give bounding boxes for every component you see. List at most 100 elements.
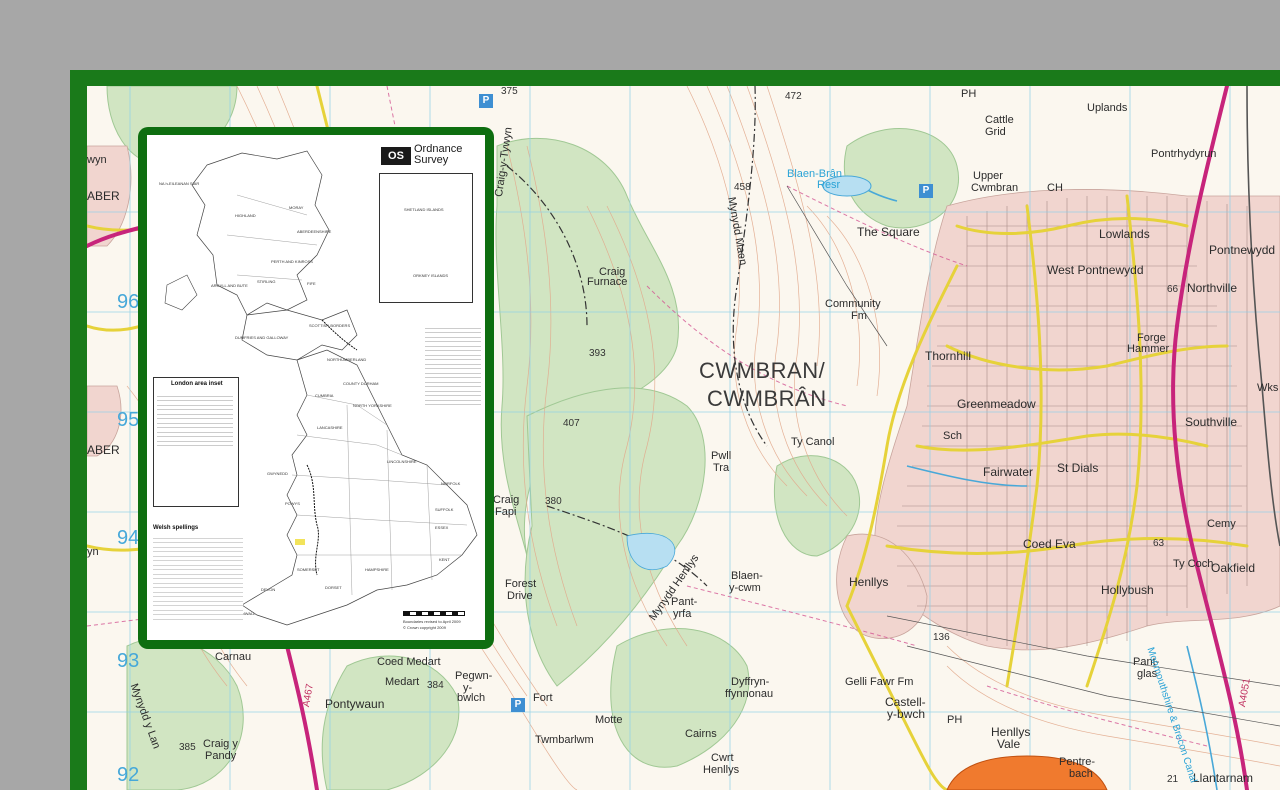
region-label: GWYNEDD xyxy=(267,471,288,476)
place-label: Furnace xyxy=(587,276,628,288)
region-label: LANCASHIRE xyxy=(317,425,343,430)
london-heading: London area inset xyxy=(171,381,223,387)
place-label: PH xyxy=(961,88,977,100)
region-label: ESSEX xyxy=(435,525,449,530)
spot-height: 21 xyxy=(1167,774,1179,785)
place-label: Henllys xyxy=(849,575,889,589)
boundaries-note: Boundaries revised to April 2009 xyxy=(403,619,461,624)
place-label: ABER xyxy=(87,189,120,203)
spot-height: 407 xyxy=(563,418,580,429)
place-label: yn xyxy=(87,546,99,558)
grid-number-92: 92 xyxy=(117,764,140,786)
place-label: Motte xyxy=(595,714,623,726)
grid-number-93: 93 xyxy=(117,650,140,672)
place-label: Vale xyxy=(997,737,1021,751)
place-label: Pontywaun xyxy=(325,697,385,711)
place-label: West Pontnewydd xyxy=(1047,263,1144,277)
place-label: Pentre- xyxy=(1059,756,1096,768)
spot-height: 458 xyxy=(734,182,751,193)
region-label: COUNTY DURHAM xyxy=(343,381,379,386)
spot-height: 66 xyxy=(1167,284,1179,295)
parking-icon: P xyxy=(479,94,493,108)
place-label: PH xyxy=(947,714,963,726)
region-label: ABERDEENSHIRE xyxy=(297,229,332,234)
place-label: Tra xyxy=(713,462,730,474)
place-label: Uplands xyxy=(1087,102,1128,114)
spot-height: 136 xyxy=(933,632,950,643)
spot-height: 472 xyxy=(785,91,802,102)
welsh-spellings-list xyxy=(153,535,243,621)
region-label: DUMFRIES AND GALLOWAY xyxy=(235,335,289,340)
place-label: Northville xyxy=(1187,281,1238,295)
place-label: Southville xyxy=(1185,415,1238,429)
region-label: NA h-EILEANAN SIAR xyxy=(159,181,200,186)
place-label: bach xyxy=(1069,768,1093,780)
place-label: Sch xyxy=(943,430,962,442)
region-label: FIFE xyxy=(307,281,316,286)
region-label: MORAY xyxy=(289,205,304,210)
place-label: Pegwn- xyxy=(455,670,493,682)
place-label: CH xyxy=(1047,182,1063,194)
spot-height: 375 xyxy=(501,86,518,97)
place-label: Pwll xyxy=(711,450,732,462)
place-label: Fapi xyxy=(495,506,517,518)
place-label: Twmbarlwm xyxy=(535,734,594,746)
region-label: NORTH YORKSHIRE xyxy=(353,403,392,408)
place-label: bwlch xyxy=(457,692,486,704)
place-label: Pandy xyxy=(205,750,237,762)
welsh-spellings-heading: Welsh spellings xyxy=(153,525,199,531)
place-label: Henllys xyxy=(703,764,740,776)
region-label: PERTH AND KINROSS xyxy=(271,259,313,264)
orkney-label: ORKNEY ISLANDS xyxy=(413,273,449,278)
place-label: Cwrt xyxy=(711,752,734,764)
place-label: Hammer xyxy=(1127,343,1170,355)
region-label: POWYS xyxy=(285,501,300,506)
region-label: ARGYLL AND BUTE xyxy=(211,283,248,288)
shetland-orkney-box xyxy=(379,173,473,303)
place-label: ABER xyxy=(87,443,120,457)
place-label: Gelli Fawr Fm xyxy=(845,676,914,688)
spot-height: 380 xyxy=(545,496,562,507)
scale-bar xyxy=(403,611,465,616)
place-label: Lowlands xyxy=(1099,227,1150,241)
place-label: Pontrhydyrun xyxy=(1151,148,1217,160)
place-label: Fm xyxy=(851,310,867,322)
region-label: NORFOLK xyxy=(441,481,461,486)
place-label: Craig xyxy=(493,494,520,506)
place-label: The Square xyxy=(857,225,920,239)
region-label: SUFFOLK xyxy=(435,507,454,512)
region-label: SOMERSET xyxy=(297,567,320,572)
region-label: KENT xyxy=(439,557,450,562)
place-label: Grid xyxy=(985,126,1006,138)
grid-number-95: 95 xyxy=(117,409,140,431)
place-label: Fort xyxy=(533,692,553,704)
place-label: Medart xyxy=(385,676,420,688)
spot-height: 384 xyxy=(427,680,444,691)
place-label: Craig y xyxy=(203,738,238,750)
region-label: HAMPSHIRE xyxy=(365,567,389,572)
place-label: ffynnonau xyxy=(725,688,774,700)
place-label: Greenmeadow xyxy=(957,397,1036,411)
place-label: Drive xyxy=(507,590,533,602)
place-label: Oakfield xyxy=(1211,561,1256,575)
place-label: Blaen- xyxy=(731,570,763,582)
place-label: Fairwater xyxy=(983,465,1034,479)
uk-inset-panel: OS Ordnance Survey SHETLAND ISLANDS ORKN… xyxy=(138,127,494,649)
place-label: Coed Medart xyxy=(377,656,441,668)
region-label: LINCOLNSHIRE xyxy=(387,459,417,464)
place-label: yrfa xyxy=(673,608,692,620)
grid-number-96: 96 xyxy=(117,291,140,313)
parking-icon: P xyxy=(919,184,933,198)
town-name-line2: CWMBRÂN xyxy=(707,386,827,411)
spot-height: 393 xyxy=(589,348,606,359)
place-label: Hollybush xyxy=(1101,583,1154,597)
place-label: Ty Coch xyxy=(1173,558,1214,570)
region-label: DORSET xyxy=(325,585,342,590)
place-label: Cairns xyxy=(685,728,717,740)
uk-inset-content: OS Ordnance Survey SHETLAND ISLANDS ORKN… xyxy=(147,135,485,640)
place-label: Cemy xyxy=(1207,518,1236,530)
place-label: Ty Canol xyxy=(791,436,835,448)
place-label: Llantarnam xyxy=(1193,771,1254,785)
place-label: Wks xyxy=(1257,382,1279,394)
region-label: DEVON xyxy=(261,587,276,592)
